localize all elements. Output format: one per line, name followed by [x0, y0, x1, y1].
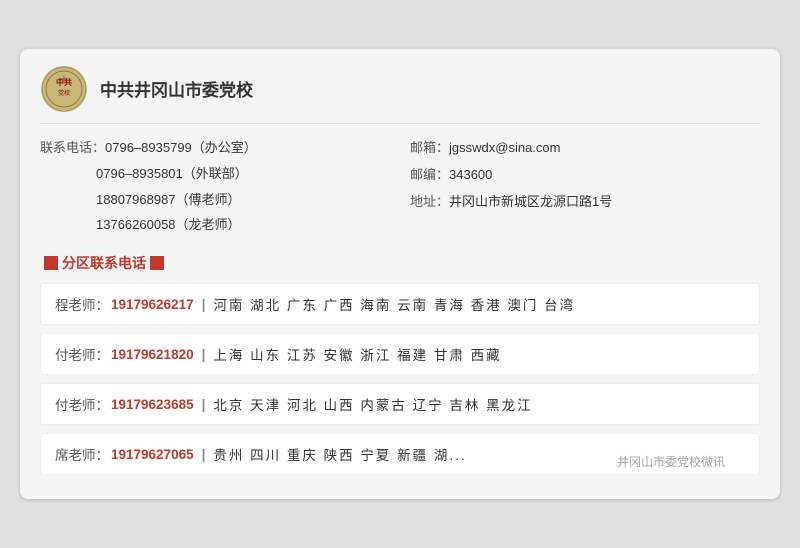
- phone-row-3: 18807968987（傅老师）: [40, 190, 390, 211]
- region-divider-3: |: [202, 447, 206, 462]
- region-row-3: 席老师： 19179627065 | 贵州 四川 重庆 陕西 宁夏 新疆 湖..…: [40, 433, 760, 475]
- phones-label: 联系电话：: [40, 140, 105, 155]
- contact-left: 联系电话：0796–8935799（办公室） 0796–8935801（外联部）…: [40, 138, 390, 241]
- svg-text:党校: 党校: [58, 89, 70, 97]
- section-title-text: 分区联系电话: [62, 253, 146, 273]
- title-bar-left: [44, 256, 58, 270]
- watermark-overlay: 井冈山市委党校微讯: [613, 451, 729, 472]
- region-teacher-2: 付老师：: [55, 394, 109, 414]
- phone-row-1: 联系电话：0796–8935799（办公室）: [40, 138, 390, 159]
- main-card: 中共 党校 中共井冈山市委党校 联系电话：0796–8935799（办公室） 0…: [20, 49, 780, 499]
- region-areas-0: 河南 湖北 广东 广西 海南 云南 青海 香港 澳门 台湾: [213, 294, 575, 314]
- region-row-0: 程老师： 19179626217 | 河南 湖北 广东 广西 海南 云南 青海 …: [40, 283, 760, 325]
- header: 中共 党校 中共井冈山市委党校: [40, 65, 760, 124]
- region-areas-1: 上海 山东 江苏 安徽 浙江 福建 甘肃 西藏: [213, 344, 501, 364]
- region-areas-3: 贵州 四川 重庆 陕西 宁夏 新疆 湖...: [213, 444, 466, 464]
- postcode-row: 邮编：343600: [410, 165, 760, 186]
- region-row-2: 付老师： 19179623685 | 北京 天津 河北 山西 内蒙古 辽宁 吉林…: [40, 383, 760, 425]
- region-phone-0: 19179626217: [111, 297, 194, 312]
- region-phone-3: 19179627065: [111, 447, 194, 462]
- region-divider-2: |: [202, 397, 206, 412]
- region-areas-2: 北京 天津 河北 山西 内蒙古 辽宁 吉林 黑龙江: [213, 394, 532, 414]
- phone-row-4: 13766260058（龙老师）: [40, 215, 390, 236]
- org-name: 中共井冈山市委党校: [100, 76, 253, 101]
- region-phone-2: 19179623685: [111, 397, 194, 412]
- address-row: 地址：井冈山市新城区龙源口路1号: [410, 192, 760, 213]
- region-teacher-0: 程老师：: [55, 294, 109, 314]
- region-row-1: 付老师： 19179621820 | 上海 山东 江苏 安徽 浙江 福建 甘肃 …: [40, 333, 760, 375]
- section-title: 分区联系电话: [40, 253, 760, 273]
- org-logo: 中共 党校: [40, 65, 88, 113]
- region-divider-1: |: [202, 347, 206, 362]
- region-teacher-1: 付老师：: [55, 344, 109, 364]
- region-teacher-3: 席老师：: [55, 444, 109, 464]
- region-divider-0: |: [202, 297, 206, 312]
- email-row: 邮箱：jgsswdx@sina.com: [410, 138, 760, 159]
- contact-right: 邮箱：jgsswdx@sina.com 邮编：343600 地址：井冈山市新城区…: [410, 138, 760, 241]
- region-phone-1: 19179621820: [111, 347, 194, 362]
- contact-grid: 联系电话：0796–8935799（办公室） 0796–8935801（外联部）…: [40, 138, 760, 241]
- title-bar-right: [150, 256, 164, 270]
- phone-row-2: 0796–8935801（外联部）: [40, 164, 390, 185]
